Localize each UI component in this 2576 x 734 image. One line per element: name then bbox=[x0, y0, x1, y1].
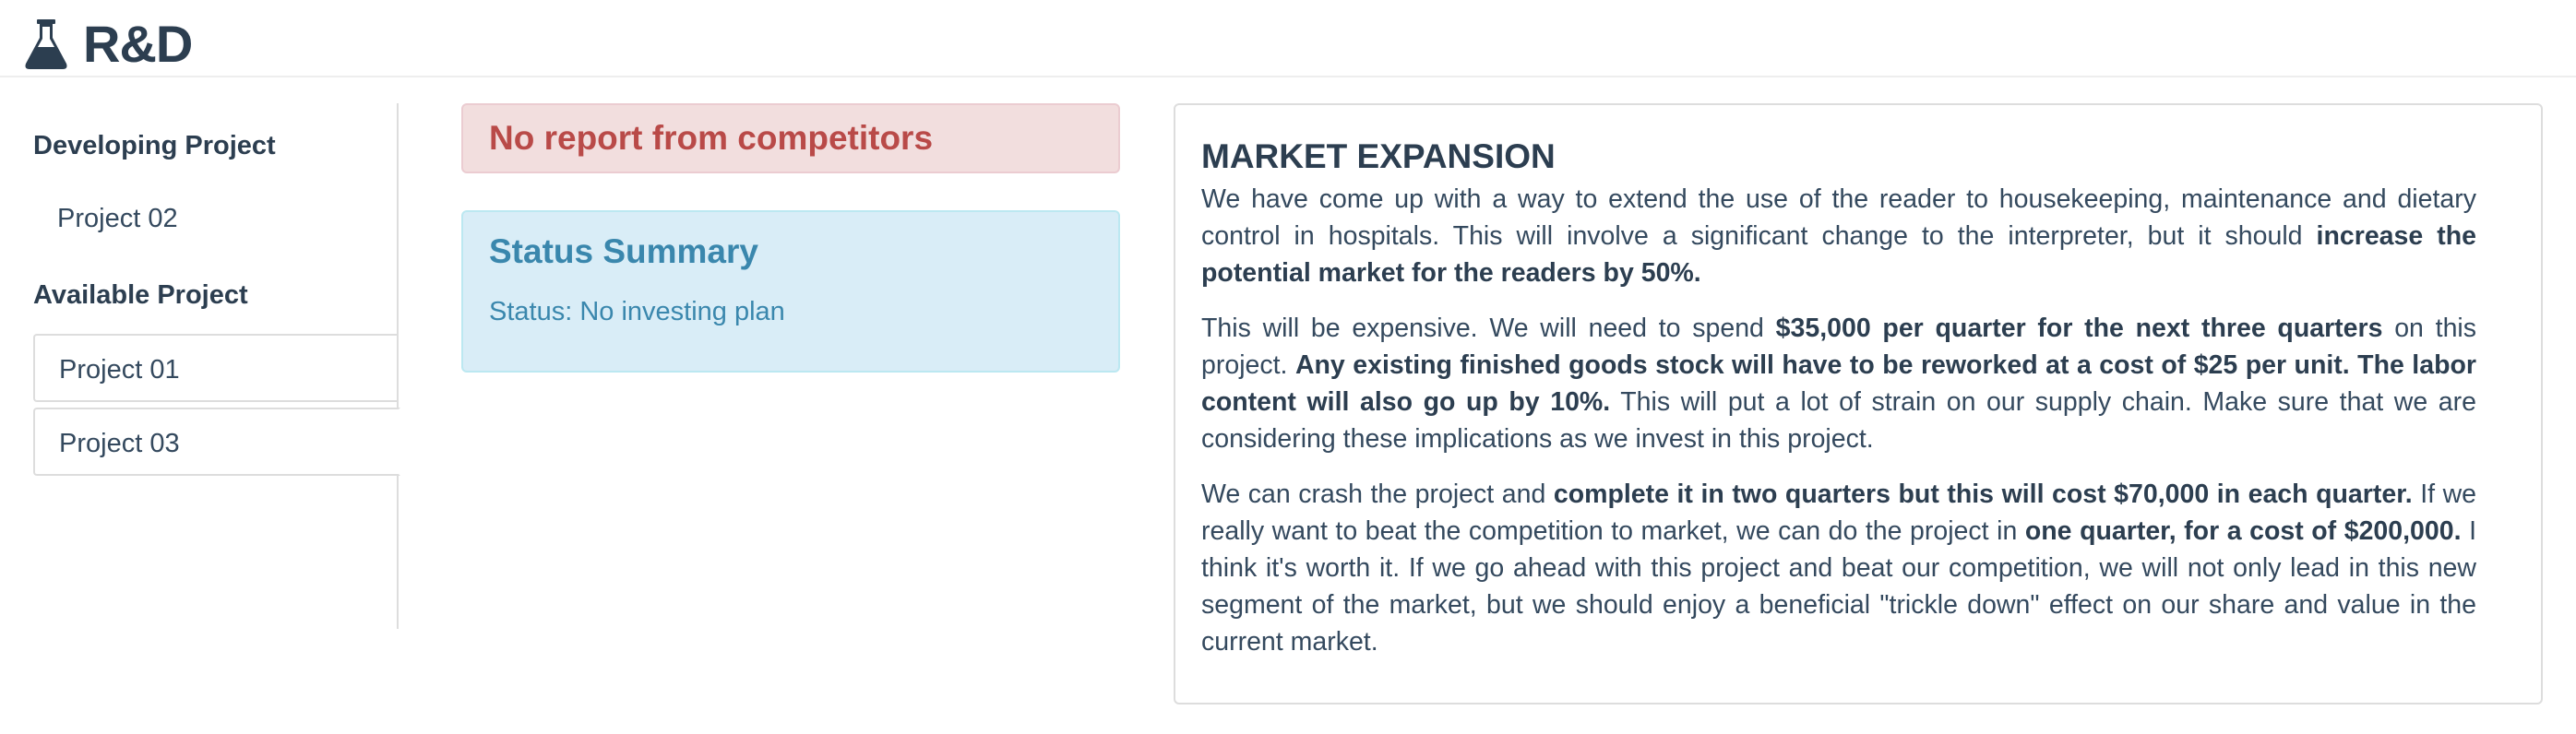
sidebar-item-project-03[interactable]: Project 03 bbox=[33, 408, 400, 476]
status-summary-text: Status: No investing plan bbox=[489, 297, 785, 326]
competitors-alert-text: No report from competitors bbox=[489, 119, 934, 157]
emphasis-text: Any existing finished goods stock will h… bbox=[1201, 350, 2476, 417]
sidebar-item-project-01[interactable]: Project 01 bbox=[33, 334, 399, 402]
market-paragraph-3: We can crash the project and complete it… bbox=[1201, 479, 2477, 657]
status-summary-alert: Status Summary Status: No investing plan bbox=[461, 210, 1120, 373]
flask-icon bbox=[24, 19, 68, 69]
market-paragraph-1: We have come up with a way to extend the… bbox=[1201, 184, 2476, 288]
market-expansion-panel: MARKET EXPANSION We have come up with a … bbox=[1174, 103, 2543, 704]
emphasis-text: one quarter, for a cost of $200,000. bbox=[2024, 516, 2462, 546]
emphasis-text: $35,000 per quarter for the next three q… bbox=[1775, 314, 2383, 343]
sidebar-item-project-02[interactable]: Project 02 bbox=[33, 184, 399, 253]
available-project-heading: Available Project bbox=[33, 280, 248, 310]
market-expansion-title: MARKET EXPANSION bbox=[1201, 137, 1556, 175]
market-paragraph-2: This will be expensive. We will need to … bbox=[1201, 314, 2476, 454]
emphasis-text: complete it in two quarters but this wil… bbox=[1553, 479, 2413, 509]
developing-project-heading: Developing Project bbox=[33, 131, 276, 160]
brand: R&D bbox=[24, 15, 193, 73]
emphasis-text: increase the potential market for the re… bbox=[1201, 221, 2476, 288]
status-summary-title: Status Summary bbox=[489, 232, 758, 270]
page-header: R&D bbox=[0, 0, 2576, 77]
page-title: R&D bbox=[83, 15, 193, 73]
sidebar: Developing Project Project 02 Available … bbox=[33, 103, 400, 629]
competitors-alert: No report from competitors bbox=[461, 103, 1120, 173]
